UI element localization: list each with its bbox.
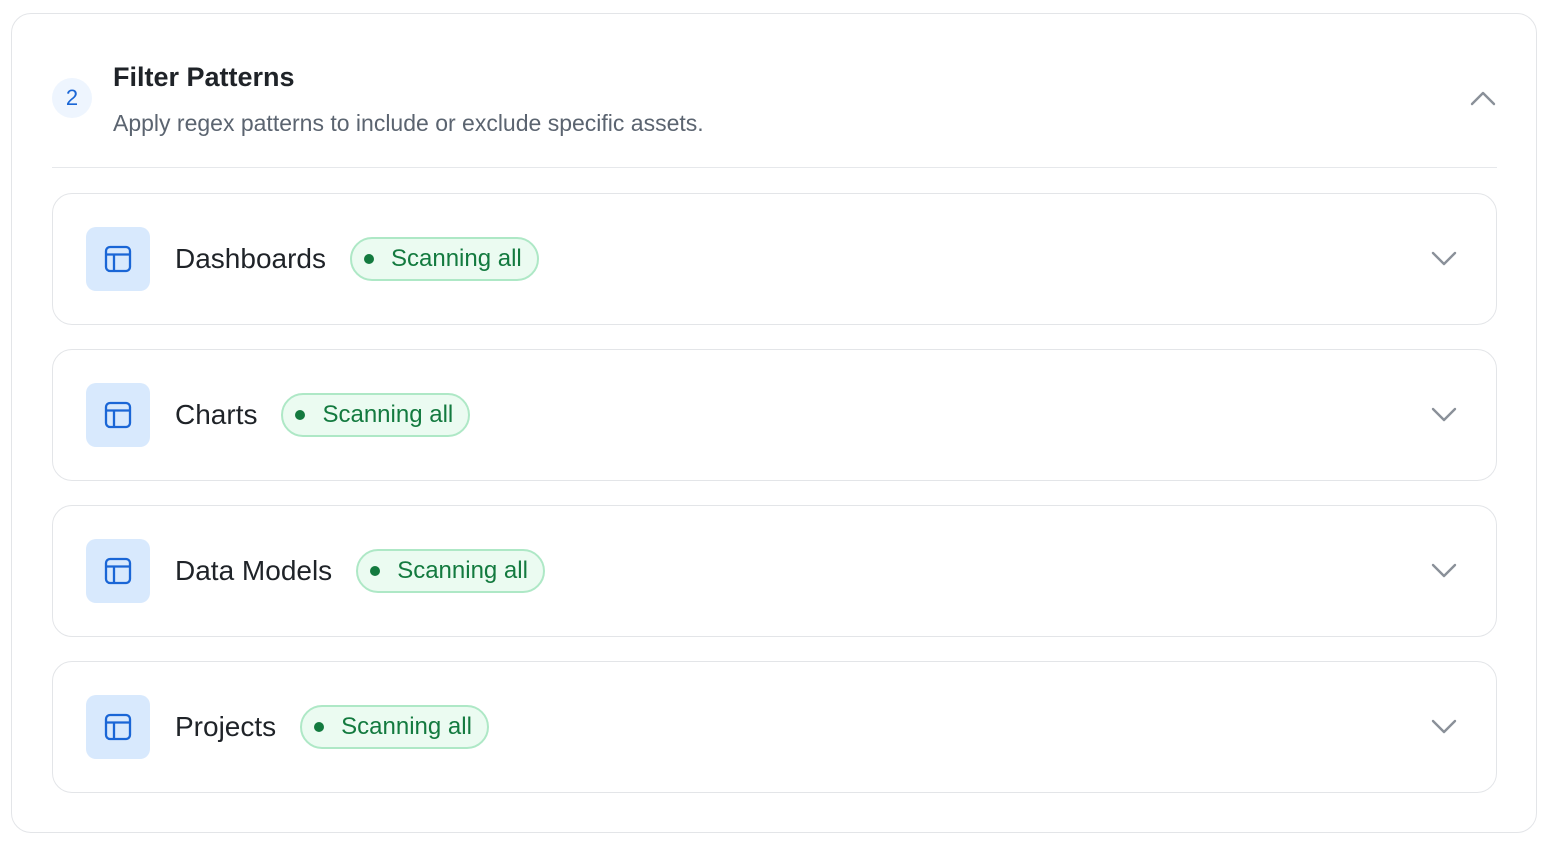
expand-row-button[interactable] [1430,246,1458,270]
expand-row-button[interactable] [1430,558,1458,582]
asset-row-label: Projects [175,711,277,742]
chevron-down-icon [1431,407,1457,422]
status-badge: Scanning all [281,393,471,437]
status-badge: Scanning all [300,705,489,749]
table-layout-icon [86,227,150,291]
status-dot [370,566,381,576]
section-description: Apply regex patterns to include or exclu… [113,110,704,136]
asset-row-data-models[interactable]: Data Models Scanning all [52,505,1497,637]
expand-row-button[interactable] [1430,402,1458,426]
section-title: Filter Patterns [113,62,295,92]
table-layout-icon [86,539,150,603]
asset-row-label: Data Models [175,555,333,586]
table-layout-icon [86,695,150,759]
asset-row-dashboards[interactable]: Dashboards Scanning all [52,193,1497,325]
filter-patterns-card: 2 Filter Patterns Apply regex patterns t… [11,13,1537,833]
step-number-badge: 2 [52,78,92,118]
table-layout-icon [86,383,150,447]
asset-row-label: Charts [175,399,258,430]
status-badge: Scanning all [349,237,539,281]
expand-row-button[interactable] [1430,714,1458,738]
chevron-up-icon [1470,91,1496,106]
asset-type-list: Dashboards Scanning all Charts Scanning … [52,193,1497,817]
asset-row-projects[interactable]: Projects Scanning all [52,661,1497,793]
asset-row-charts[interactable]: Charts Scanning all [52,349,1497,481]
status-text: Scanning all [397,557,528,584]
status-text: Scanning all [341,713,472,740]
chevron-down-icon [1431,251,1457,266]
status-text: Scanning all [322,401,454,428]
status-dot [314,722,325,732]
chevron-down-icon [1431,563,1457,578]
status-text: Scanning all [390,245,522,272]
section-header: 2 Filter Patterns Apply regex patterns t… [52,14,1497,168]
status-dot [363,254,374,264]
asset-row-label: Dashboards [175,243,326,274]
collapse-section-button[interactable] [1469,86,1497,110]
chevron-down-icon [1431,719,1457,734]
status-badge: Scanning all [356,549,545,593]
status-dot [295,410,306,420]
